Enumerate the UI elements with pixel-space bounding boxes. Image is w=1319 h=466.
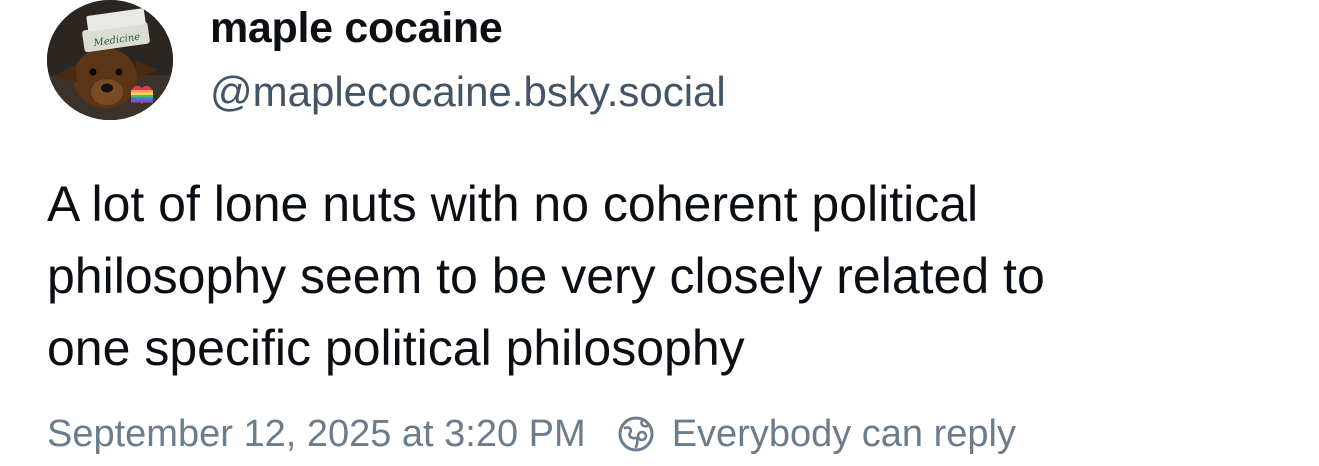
post-card: Medicine maple cocaine @maplecocaine.bsk… (0, 0, 1319, 466)
author-handle[interactable]: @maplecocaine.bsky.social (210, 68, 726, 116)
post-timestamp[interactable]: September 12, 2025 at 3:20 PM (47, 413, 586, 456)
globe-reply-icon (616, 414, 656, 454)
post-text-line: one specific political philosophy (47, 320, 745, 376)
reply-setting-label: Everybody can reply (671, 412, 1016, 455)
post-meta: September 12, 2025 at 3:20 PM Everybody … (47, 408, 1016, 460)
post-text-line: philosophy seem to be very closely relat… (47, 248, 1045, 304)
avatar[interactable]: Medicine (47, 0, 173, 120)
dog-avatar-icon: Medicine (47, 0, 173, 120)
reply-setting[interactable]: Everybody can reply (616, 413, 1016, 456)
post-text: A lot of lone nuts with no coherent poli… (47, 168, 1277, 384)
post-text-line: A lot of lone nuts with no coherent poli… (47, 176, 979, 232)
author-display-name[interactable]: maple cocaine (210, 4, 503, 53)
